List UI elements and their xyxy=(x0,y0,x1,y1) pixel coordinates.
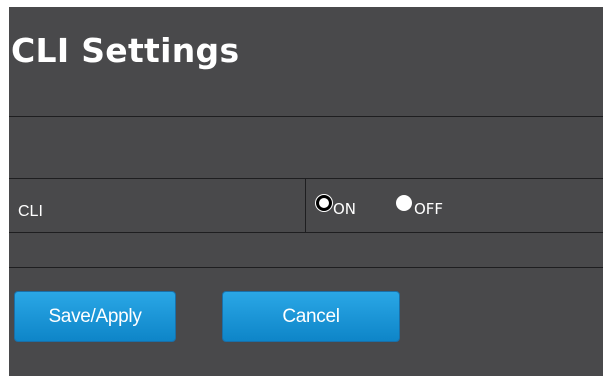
page-title: CLI Settings xyxy=(11,31,240,70)
cli-off-radio[interactable] xyxy=(396,195,412,211)
cli-on-label[interactable]: ON xyxy=(333,200,356,218)
save-apply-button[interactable]: Save/Apply xyxy=(14,291,176,342)
row-bottom-border xyxy=(9,232,603,233)
cancel-label: Cancel xyxy=(282,305,340,327)
row-top-border xyxy=(9,178,603,179)
cancel-button[interactable]: Cancel xyxy=(222,291,400,342)
footer-divider xyxy=(9,267,603,268)
cli-on-radio[interactable] xyxy=(316,195,332,211)
row-column-divider xyxy=(305,178,306,233)
settings-panel: CLI Settings CLI ON OFF Save/Apply Cance… xyxy=(9,7,603,376)
save-apply-label: Save/Apply xyxy=(48,305,142,327)
cli-off-label[interactable]: OFF xyxy=(414,200,443,218)
cli-label: CLI xyxy=(18,203,43,220)
header-divider xyxy=(9,116,603,117)
